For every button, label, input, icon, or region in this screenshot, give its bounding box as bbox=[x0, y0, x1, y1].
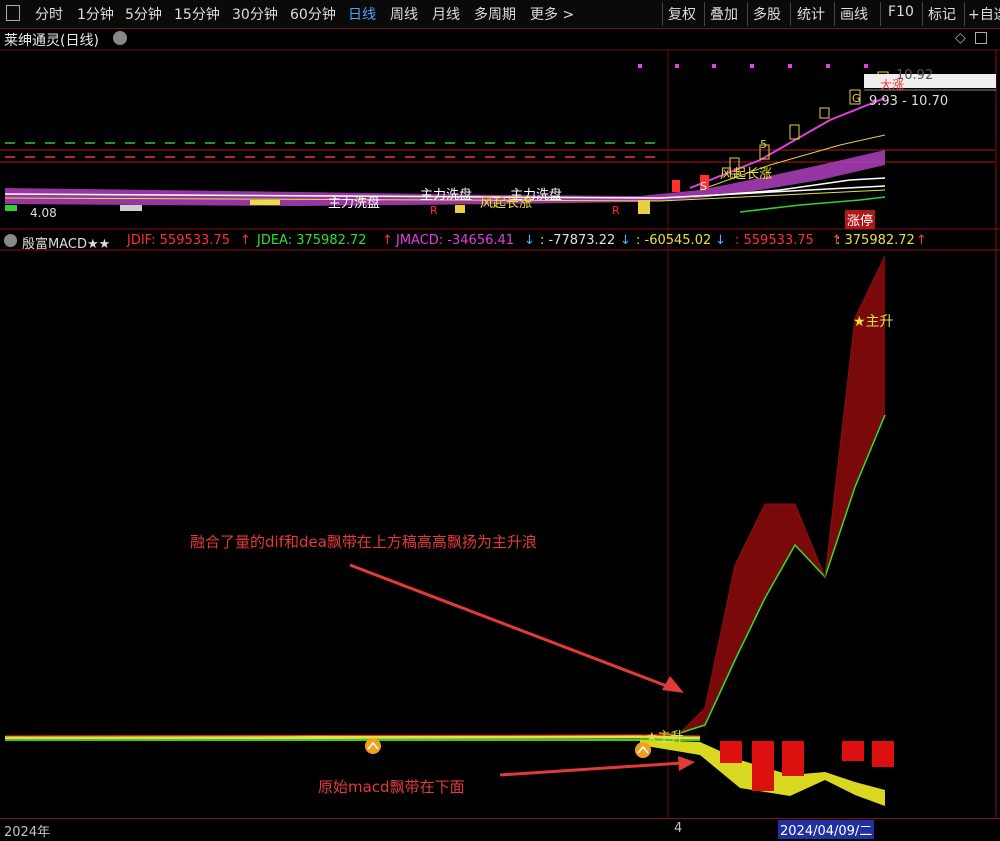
jdea-value: JDEA: 375982.72 bbox=[257, 233, 367, 248]
tag-wash-1: 主力洗盘 bbox=[328, 196, 381, 211]
jdif-jdea-ribbon bbox=[639, 255, 886, 739]
cursor-date: 2024/04/09/二 bbox=[778, 820, 875, 839]
value-6: : 559533.75 bbox=[735, 233, 814, 248]
tag-rise-1: 风起长涨 bbox=[480, 196, 533, 211]
down-arrow-icon: ↓ bbox=[715, 233, 726, 248]
value-5: : -60545.02 bbox=[636, 233, 712, 248]
tag-rise-2: 风起长涨 bbox=[720, 167, 773, 182]
tag-g: G bbox=[852, 92, 861, 105]
tag-r-2: R bbox=[612, 204, 620, 217]
tag-r-1: R bbox=[430, 204, 438, 217]
jdif-value: JDIF: 559533.75 bbox=[127, 233, 230, 248]
down-arrow-icon: ↓ bbox=[620, 233, 631, 248]
annotation-top: 融合了量的dif和dea飘带在上方稿高高飘扬为主升浪 bbox=[190, 533, 537, 551]
up-arrow-icon: ↑ bbox=[916, 233, 927, 248]
top-marker-dots bbox=[638, 64, 868, 68]
tag-limit-up: 涨停 bbox=[845, 210, 876, 229]
indicator-name[interactable]: 殷富MACD★★ bbox=[22, 233, 110, 252]
low-price-label: 4.08 bbox=[30, 206, 57, 220]
down-arrow-icon: ↓ bbox=[524, 233, 535, 248]
rise-start-label: ★主升 bbox=[646, 730, 684, 745]
chart-canvas bbox=[0, 49, 1000, 818]
buy-signal-icon bbox=[365, 738, 381, 754]
value-4: : -77873.22 bbox=[540, 233, 616, 248]
time-axis: 2024年 4 2024/04/09/二 bbox=[0, 818, 1000, 841]
tag-big-rise: 大涨 bbox=[880, 78, 905, 92]
tag-5: 5 bbox=[760, 138, 767, 151]
main-rise-label: ★主升 bbox=[853, 314, 894, 330]
price-range-label: 9.93 - 10.70 bbox=[869, 94, 949, 109]
tag-s: S bbox=[700, 180, 707, 193]
up-arrow-icon: ↑ bbox=[240, 233, 251, 248]
jmacd-value: JMACD: -34656.41 bbox=[396, 233, 515, 248]
year-label: 2024年 bbox=[4, 825, 51, 840]
annotation-bottom: 原始macd飘带在下面 bbox=[318, 778, 465, 796]
value-7: : 375982.72 bbox=[836, 233, 915, 248]
indicator-menu-icon[interactable] bbox=[4, 234, 17, 247]
up-arrow-icon: ↑ bbox=[382, 233, 393, 248]
macd-baseline-ribbon bbox=[4, 734, 701, 741]
month-tick: 4 bbox=[674, 821, 683, 836]
tag-wash-2: 主力洗盘 bbox=[420, 188, 473, 203]
